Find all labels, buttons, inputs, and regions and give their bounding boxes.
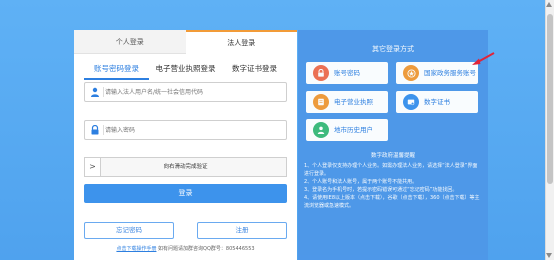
option-label: 电子营业执照: [334, 98, 373, 106]
option-city-history-user[interactable]: 地市历史用户: [306, 119, 388, 141]
option-national-gov-account[interactable]: 国家政务服务账号: [396, 62, 478, 84]
login-method-tabs: 账号密码登录 电子营业执照登录 数字证书登录: [84, 62, 287, 80]
scroll-down-arrow-icon[interactable]: [546, 253, 552, 258]
slide-verification-text: 向右滑动完成验证: [163, 164, 208, 170]
password-input[interactable]: [105, 123, 280, 137]
notice-line: 3、登录名为手机号时，若提示密码错误可通过“忘记密码”功能找回。: [304, 187, 458, 193]
license-icon: [313, 94, 329, 110]
notice-text: 1、个人登录仅支持办理个人业务。如需办理法人业务，请选择“法人登录”界面进行登录…: [304, 162, 482, 210]
manual-download-link[interactable]: 点击下载操作手册: [116, 246, 156, 252]
scroll-up-arrow-icon[interactable]: [546, 2, 552, 7]
qq-group-text: 如有问题请加群咨询QQ群号：805446553: [158, 246, 255, 252]
register-button[interactable]: 注册: [197, 222, 287, 239]
option-label: 国家政务服务账号: [424, 69, 476, 77]
option-label: 地市历史用户: [334, 126, 373, 134]
login-panel: 个人登录 法人登录 账号密码登录 电子营业执照登录 数字证书登录 向右滑动完成验…: [74, 30, 297, 260]
option-label: 账号密码: [334, 69, 360, 77]
other-login-title: 其它登录方式: [372, 45, 414, 53]
login-type-tabs: 个人登录 法人登录: [74, 30, 297, 54]
login-button[interactable]: 登录: [84, 184, 287, 203]
certificate-icon: [403, 94, 419, 110]
user-icon: [91, 87, 99, 97]
field-divider: [103, 125, 104, 135]
username-field[interactable]: [84, 82, 287, 102]
notice-line: 1、个人登录仅支持办理个人业务。如需办理法人业务，请选择“法人登录”界面进行登录…: [304, 163, 478, 177]
tab-legal-login[interactable]: 法人登录: [185, 30, 297, 54]
footer-note: 点击下载操作手册 如有问题请加群咨询QQ群号：805446553: [74, 245, 297, 252]
notice-line: 2、个人账号和法人账号，属于两个账号不能共用。: [304, 179, 418, 185]
notice-title: 数字政府温馨提醒: [370, 153, 415, 159]
scrollbar-thumb[interactable]: [547, 14, 553, 184]
vertical-scrollbar[interactable]: [545, 0, 554, 260]
slide-verification[interactable]: 向右滑动完成验证 >: [84, 157, 287, 177]
option-e-license[interactable]: 电子营业执照: [306, 91, 388, 113]
option-label: 数字证书: [424, 98, 450, 106]
other-login-panel: 其它登录方式 账号密码 国家政务服务账号 电子营业执照 数字证书 地市历史用户 …: [298, 30, 488, 260]
tab-personal-login[interactable]: 个人登录: [74, 30, 186, 54]
lock-icon: [91, 125, 99, 135]
user-icon: [313, 122, 329, 138]
username-input[interactable]: [105, 85, 280, 99]
field-divider: [103, 87, 104, 97]
notice-line: 4、请使用IE8以上版本（点击下载），谷歌（点击下载），360（点击下载）等主流…: [304, 195, 480, 209]
tab-certificate-login[interactable]: 数字证书登录: [222, 62, 287, 80]
red-arrow-annotation-icon: [472, 52, 495, 65]
forgot-password-button[interactable]: 忘记密码: [84, 222, 174, 239]
emblem-icon: [403, 65, 419, 81]
password-field[interactable]: [84, 120, 287, 140]
tab-password-login[interactable]: 账号密码登录: [84, 62, 149, 80]
tab-e-license-login[interactable]: 电子营业执照登录: [153, 62, 218, 80]
option-account-password[interactable]: 账号密码: [306, 62, 388, 84]
slider-handle[interactable]: >: [85, 158, 101, 176]
option-digital-certificate[interactable]: 数字证书: [396, 91, 478, 113]
lock-icon: [313, 65, 329, 81]
